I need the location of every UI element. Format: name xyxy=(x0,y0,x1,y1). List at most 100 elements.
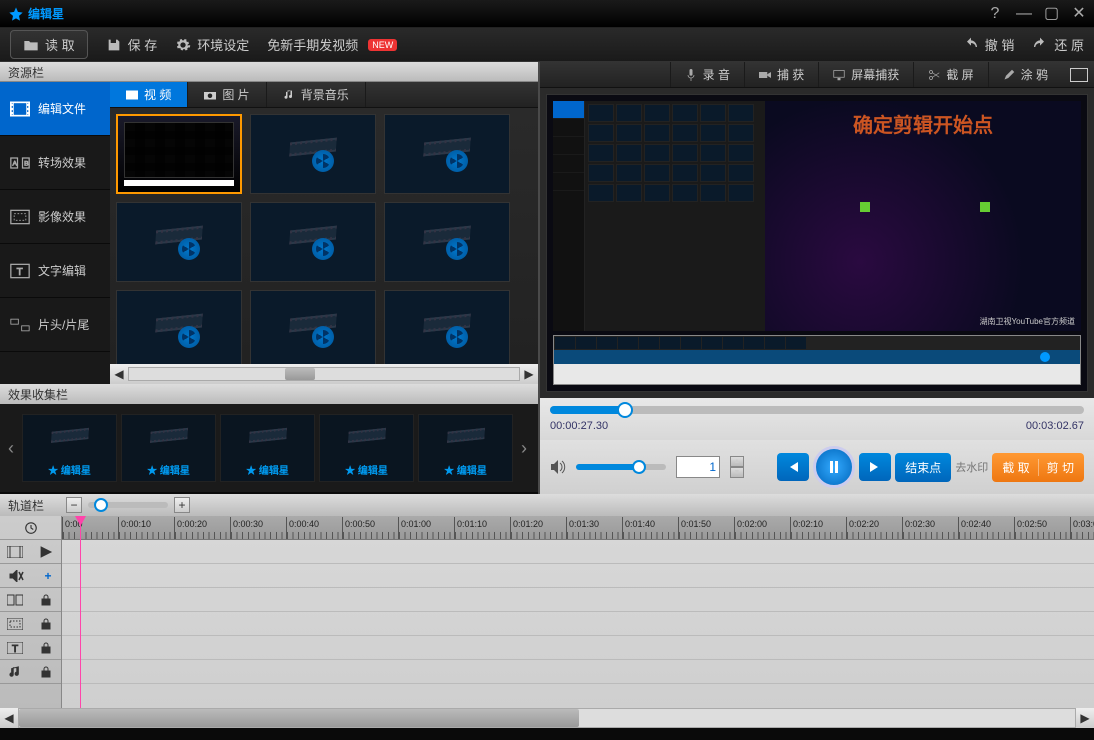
resource-tabs: 视 频 图 片 背景音乐 xyxy=(110,82,538,108)
environment-settings-button[interactable]: 环境设定 xyxy=(175,35,249,54)
volume-slider[interactable] xyxy=(576,464,666,470)
fullscreen-toggle[interactable] xyxy=(1070,68,1088,82)
watermark-remove-label[interactable]: 去水印 xyxy=(955,459,988,475)
track-canvas[interactable]: 0:000:00:100:00:200:00:300:00:400:00:500… xyxy=(62,516,1094,708)
playhead[interactable] xyxy=(80,516,81,708)
transition-lane[interactable] xyxy=(62,588,1094,612)
category-transition[interactable]: AB 转场效果 xyxy=(0,136,110,190)
category-head-tail[interactable]: 片头/片尾 xyxy=(0,298,110,352)
resource-panel-label: 资源栏 xyxy=(0,62,538,82)
ab-track-head[interactable] xyxy=(0,588,61,612)
timeline-scrollbar[interactable]: ◀ ▶ xyxy=(0,708,1094,728)
scroll-right-icon[interactable]: ▶ xyxy=(1076,708,1094,728)
clip-thumbnail-3[interactable] xyxy=(384,114,510,194)
help-button[interactable]: ? xyxy=(988,7,1002,21)
end-point-button[interactable]: 结束点 xyxy=(895,453,951,482)
thumbnail-scrollbar[interactable]: ◀ ▶ xyxy=(110,364,538,384)
clip-thumbnail-6[interactable] xyxy=(384,202,510,282)
app-title: 编辑星 xyxy=(28,5,64,22)
fx-thumbnail-3[interactable]: ★ 编辑星 xyxy=(220,414,315,482)
tab-video[interactable]: 视 频 xyxy=(110,82,188,107)
video-track-head[interactable] xyxy=(0,540,61,564)
fx-thumbnail-4[interactable]: ★ 编辑星 xyxy=(319,414,414,482)
undo-button[interactable]: 撤 销 xyxy=(963,35,1015,54)
tab-label: 视 频 xyxy=(144,86,171,103)
video-lane[interactable] xyxy=(62,540,1094,564)
titlebar: 编辑星 ? — ▢ ✕ xyxy=(0,0,1094,28)
speed-spinner[interactable]: ▲▼ xyxy=(730,456,744,478)
zoom-slider[interactable] xyxy=(88,502,168,508)
fx-thumbnail-2[interactable]: ★ 编辑星 xyxy=(121,414,216,482)
scroll-left-icon[interactable]: ◀ xyxy=(0,708,18,728)
redo-button[interactable]: 还 原 xyxy=(1032,35,1084,54)
tab-bgm[interactable]: 背景音乐 xyxy=(267,82,366,107)
prev-button[interactable] xyxy=(777,453,809,481)
next-button[interactable] xyxy=(859,453,891,481)
video-icon xyxy=(126,89,138,101)
category-label: 片头/片尾 xyxy=(38,316,89,333)
read-button[interactable]: 读 取 xyxy=(10,30,88,59)
text-lane[interactable] xyxy=(62,636,1094,660)
scissors-icon xyxy=(928,69,940,81)
tab-doodle[interactable]: 涂 鸦 xyxy=(988,62,1062,87)
audio-lane[interactable] xyxy=(62,564,1094,588)
music-lane[interactable] xyxy=(62,660,1094,684)
clip-thumbnail-8[interactable] xyxy=(250,290,376,364)
music-track-head[interactable] xyxy=(0,660,61,684)
scroll-right-icon[interactable]: ▶ xyxy=(520,367,538,381)
text-track-head[interactable]: T xyxy=(0,636,61,660)
zoom-in-button[interactable]: + xyxy=(174,497,190,513)
film-icon xyxy=(10,101,30,117)
clip-thumbnail-4[interactable] xyxy=(116,202,242,282)
category-edit-file[interactable]: 编辑文件 xyxy=(0,82,110,136)
clip-thumbnail-2[interactable] xyxy=(250,114,376,194)
cut-buttons[interactable]: 截 取 剪 切 xyxy=(992,453,1084,482)
fx-next-icon[interactable]: › xyxy=(517,438,531,459)
speed-input[interactable] xyxy=(676,456,720,478)
category-video-fx[interactable]: 影像效果 xyxy=(0,190,110,244)
folder-open-icon xyxy=(23,37,39,53)
fx-track-head[interactable] xyxy=(0,612,61,636)
tab-screenshot[interactable]: 截 屏 xyxy=(913,62,987,87)
tab-label: 录 音 xyxy=(703,66,730,83)
maximize-button[interactable]: ▢ xyxy=(1044,7,1058,21)
tab-capture[interactable]: 捕 获 xyxy=(744,62,818,87)
preview-frame[interactable]: 确定剪辑开始点 湖南卫视YouTube官方频道 xyxy=(546,94,1088,392)
scrubber-handle[interactable] xyxy=(617,402,633,418)
zoom-out-button[interactable]: − xyxy=(66,497,82,513)
clip-thumbnail-5[interactable] xyxy=(250,202,376,282)
head-tail-icon xyxy=(10,317,30,333)
free-tutorial-button[interactable]: 免新手期发视频 NEW xyxy=(267,35,397,54)
lock-icon xyxy=(38,642,54,654)
category-label: 编辑文件 xyxy=(38,100,86,117)
fx-lane[interactable] xyxy=(62,612,1094,636)
svg-text:T: T xyxy=(17,267,23,278)
preview-tabs: 录 音 捕 获 屏幕捕获 截 屏 涂 鸦 xyxy=(540,62,1094,88)
fx-prev-icon[interactable]: ‹ xyxy=(4,438,18,459)
tab-label: 截 屏 xyxy=(946,66,973,83)
close-button[interactable]: ✕ xyxy=(1072,7,1086,21)
time-ruler[interactable]: 0:000:00:100:00:200:00:300:00:400:00:500… xyxy=(62,516,1094,540)
camera-icon xyxy=(204,89,216,101)
tab-image[interactable]: 图 片 xyxy=(188,82,266,107)
scrubber-track[interactable] xyxy=(550,406,1084,414)
clip-thumbnail-1[interactable] xyxy=(116,114,242,194)
tab-label: 屏幕捕获 xyxy=(851,66,899,83)
text-icon: T xyxy=(7,642,23,654)
tab-record[interactable]: 录 音 xyxy=(670,62,744,87)
pencil-icon xyxy=(1003,69,1015,81)
volume-icon[interactable] xyxy=(550,460,566,474)
clip-thumbnail-9[interactable] xyxy=(384,290,510,364)
save-icon xyxy=(106,37,122,53)
minimize-button[interactable]: — xyxy=(1016,7,1030,21)
track-panel-label: 轨道栏 xyxy=(8,497,44,514)
fx-thumbnail-1[interactable]: ★ 编辑星 xyxy=(22,414,117,482)
audio-track-head[interactable]: + xyxy=(0,564,61,588)
scroll-left-icon[interactable]: ◀ xyxy=(110,367,128,381)
play-pause-button[interactable] xyxy=(813,446,855,488)
clip-thumbnail-7[interactable] xyxy=(116,290,242,364)
tab-screen-capture[interactable]: 屏幕捕获 xyxy=(818,62,913,87)
category-text-edit[interactable]: T 文字编辑 xyxy=(0,244,110,298)
fx-thumbnail-5[interactable]: ★ 编辑星 xyxy=(418,414,513,482)
save-button[interactable]: 保 存 xyxy=(106,35,158,54)
